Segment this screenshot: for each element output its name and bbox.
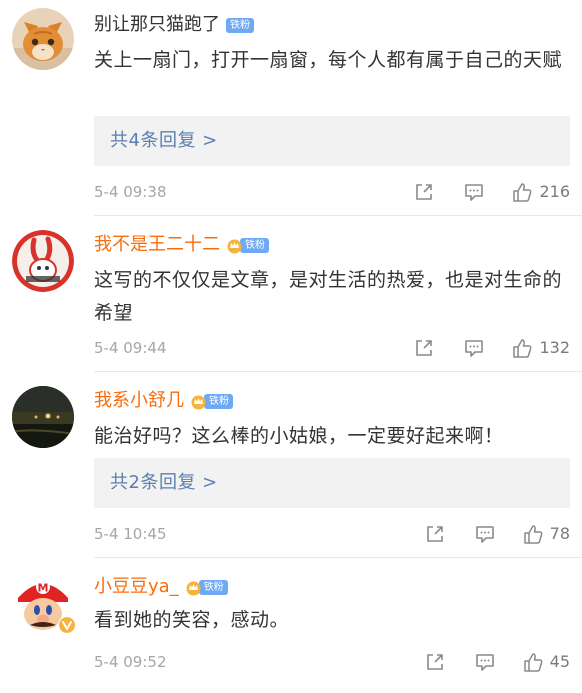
comment-item: 我不是王二十二 铁粉 这写的不仅仅是文章，是对生活的热爱，也是对生命的希望 5-…	[0, 216, 582, 372]
comment-text: 能治好吗？这么棒的小姑娘，一定要好起来啊！	[94, 425, 504, 447]
night-scene-avatar-icon	[12, 386, 74, 448]
like-icon[interactable]	[522, 651, 544, 673]
like-icon[interactable]	[511, 181, 533, 203]
meta-row: 5-4 09:44 132	[94, 334, 570, 362]
avatar[interactable]	[12, 230, 74, 292]
fan-badge-label: 铁粉	[198, 579, 228, 595]
username[interactable]: 小豆豆ya_	[94, 574, 179, 600]
like-icon[interactable]	[511, 337, 533, 359]
timestamp: 5-4 10:45	[94, 525, 167, 543]
like-count: 132	[539, 338, 570, 357]
rabbit-avatar-icon	[12, 230, 74, 292]
comment-text: 这写的不仅仅是文章，是对生活的热爱，也是对生命的希望	[94, 269, 563, 324]
username-row: 我系小舒几 铁粉	[94, 388, 233, 414]
like-count: 78	[549, 524, 570, 543]
username[interactable]: 别让那只猫跑了	[94, 12, 220, 38]
meta-row: 5-4 10:45 78	[94, 520, 570, 548]
share-icon[interactable]	[424, 523, 446, 545]
fan-badge-label: 铁粉	[226, 17, 254, 33]
comment-item: 别让那只猫跑了 铁粉 关上一扇门，打开一扇窗，每个人都有属于自己的天赋 共4条回…	[0, 0, 582, 216]
avatar[interactable]: M	[12, 572, 76, 634]
verified-v-icon	[58, 616, 76, 634]
meta-row: 5-4 09:38 216	[94, 178, 570, 206]
timestamp: 5-4 09:52	[94, 653, 167, 671]
timestamp: 5-4 09:44	[94, 339, 167, 357]
crown-icon	[227, 239, 242, 253]
crown-icon	[186, 581, 201, 595]
view-replies-link[interactable]: 共4条回复 >	[110, 116, 218, 166]
fan-badge: 铁粉	[226, 237, 269, 254]
action-bar: 216	[413, 178, 570, 206]
share-icon[interactable]	[413, 337, 435, 359]
fan-badge-label: 铁粉	[240, 237, 269, 253]
comment-item: M 小豆豆ya_ 铁粉 看到她的笑容，感动。 5-4 09:52 45	[0, 558, 582, 693]
username[interactable]: 我不是王二十二	[94, 232, 220, 258]
avatar[interactable]	[12, 8, 74, 70]
orange-cat-avatar-icon	[12, 8, 74, 70]
comment-icon[interactable]	[463, 337, 485, 359]
like-count: 216	[539, 182, 570, 201]
crown-icon	[191, 395, 206, 409]
username[interactable]: 我系小舒几	[94, 388, 184, 414]
comment-icon[interactable]	[474, 651, 496, 673]
like-count: 45	[549, 652, 570, 671]
action-bar: 45	[424, 648, 570, 676]
fan-badge-label: 铁粉	[204, 393, 233, 409]
meta-row: 5-4 09:52 45	[94, 648, 570, 676]
svg-text:M: M	[38, 582, 49, 595]
comment-icon[interactable]	[474, 523, 496, 545]
like-icon[interactable]	[522, 523, 544, 545]
replies-box[interactable]: 共4条回复 >	[94, 116, 570, 166]
username-row: 别让那只猫跑了 铁粉	[94, 12, 254, 38]
fan-badge: 铁粉	[190, 393, 233, 410]
comment-text: 看到她的笑容，感动。	[94, 609, 290, 631]
action-bar: 132	[413, 334, 570, 362]
fan-badge: 铁粉	[185, 579, 228, 596]
replies-box[interactable]: 共2条回复 >	[94, 458, 570, 508]
timestamp: 5-4 09:38	[94, 183, 167, 201]
share-icon[interactable]	[424, 651, 446, 673]
comment-item: 我系小舒几 铁粉 能治好吗？这么棒的小姑娘，一定要好起来啊！ 共2条回复 > 5…	[0, 372, 582, 558]
fan-badge: 铁粉	[226, 17, 254, 34]
comment-icon[interactable]	[463, 181, 485, 203]
view-replies-link[interactable]: 共2条回复 >	[110, 458, 218, 508]
share-icon[interactable]	[413, 181, 435, 203]
username-row: 我不是王二十二 铁粉	[94, 232, 269, 258]
action-bar: 78	[424, 520, 570, 548]
avatar[interactable]	[12, 386, 74, 448]
username-row: 小豆豆ya_ 铁粉	[94, 574, 228, 600]
comment-text: 关上一扇门，打开一扇窗，每个人都有属于自己的天赋	[94, 49, 563, 71]
